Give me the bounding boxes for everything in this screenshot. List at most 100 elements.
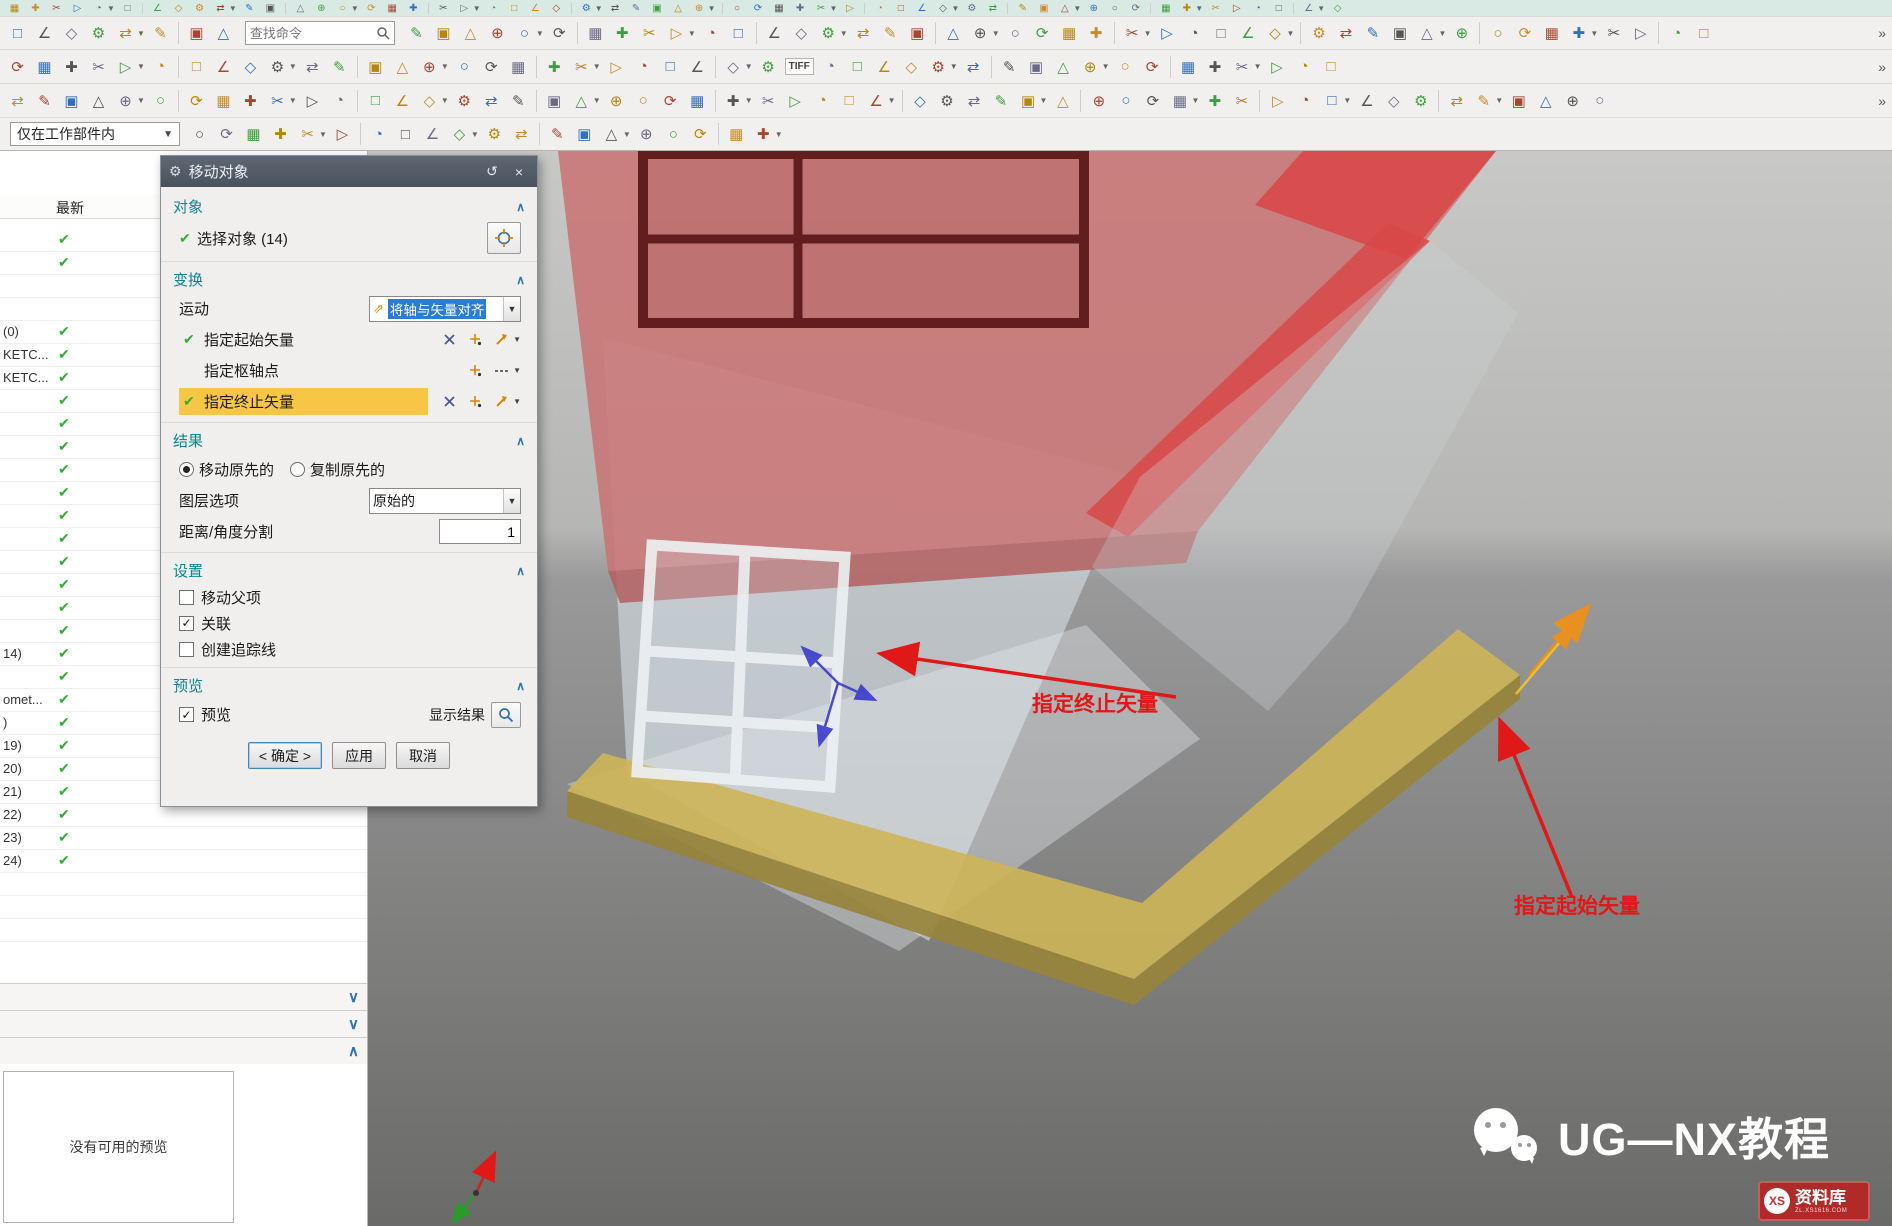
- toolbar-icon[interactable]: ✚: [58, 54, 85, 80]
- show-result-button[interactable]: [491, 702, 521, 728]
- toolbar-icon[interactable]: ✂: [85, 54, 112, 80]
- toolbar-icon[interactable]: ◔: [147, 54, 174, 80]
- toolbar-icon[interactable]: ▦: [582, 20, 609, 46]
- dropdown-arrow-icon[interactable]: ▼: [536, 29, 544, 38]
- toolbar-icon[interactable]: ○: [451, 54, 478, 80]
- toolbar-icon[interactable]: ⚙: [925, 54, 952, 80]
- toolbar-icon[interactable]: △: [1049, 88, 1076, 114]
- toolbar-icon[interactable]: ⊕: [689, 1, 710, 15]
- toolbar-icon[interactable]: □: [504, 1, 525, 15]
- toolbar-icon[interactable]: ⊕: [484, 20, 511, 46]
- toolbar-icon[interactable]: ▷: [1264, 88, 1291, 114]
- radio-move-original[interactable]: [179, 462, 194, 477]
- toolbar-icon[interactable]: ⟳: [546, 20, 573, 46]
- toolbar-icon[interactable]: □: [1317, 54, 1344, 80]
- toolbar-icon[interactable]: ∠: [389, 88, 416, 114]
- toolbar-icon[interactable]: ○: [727, 1, 748, 15]
- toolbar-icon[interactable]: ✂: [636, 20, 663, 46]
- toolbar-icon[interactable]: ◇: [1262, 20, 1289, 46]
- toolbar-icon[interactable]: ⊕: [1083, 1, 1104, 15]
- toolbar-icon[interactable]: ⚙: [961, 1, 982, 15]
- toolbar-icon[interactable]: ⊕: [416, 54, 443, 80]
- toolbar-icon[interactable]: ✎: [403, 20, 430, 46]
- toolbar-icon[interactable]: ◇: [907, 88, 934, 114]
- dropdown-arrow-icon[interactable]: ▼: [951, 4, 959, 13]
- toolbar-icon[interactable]: ○: [147, 88, 174, 114]
- toolbar-icon[interactable]: ◔: [483, 1, 504, 15]
- toolbar-icon[interactable]: ○: [1112, 54, 1139, 80]
- toolbar-icon[interactable]: ∠: [210, 54, 237, 80]
- toolbar-icon[interactable]: ▦: [31, 54, 58, 80]
- toolbar-icon[interactable]: ✂: [1119, 20, 1146, 46]
- checkbox-move-parent[interactable]: [179, 590, 194, 605]
- toolbar-icon[interactable]: ✂: [294, 121, 321, 147]
- toolbar-icon[interactable]: ⊕: [311, 1, 332, 15]
- toolbar-icon[interactable]: ∠: [911, 1, 932, 15]
- dropdown-arrow-icon[interactable]: ▼: [441, 96, 449, 105]
- toolbar-icon[interactable]: ✂: [264, 88, 291, 114]
- vector-dialog-icon[interactable]: [490, 329, 512, 351]
- toolbar-icon[interactable]: ⟳: [1125, 1, 1146, 15]
- cancel-button[interactable]: 取消: [396, 742, 450, 769]
- toolbar-icon[interactable]: ▷: [1627, 20, 1654, 46]
- toolbar-icon[interactable]: ◇: [416, 88, 443, 114]
- toolbar-icon[interactable]: ✎: [1012, 1, 1033, 15]
- toolbar-icon[interactable]: ⇄: [4, 88, 31, 114]
- toolbar-icon[interactable]: ▷: [1263, 54, 1290, 80]
- navigator-row[interactable]: [0, 919, 367, 942]
- toolbar-icon[interactable]: ⟳: [1139, 54, 1166, 80]
- toolbar-icon[interactable]: ✎: [996, 54, 1023, 80]
- toolbar-icon[interactable]: ⇄: [960, 54, 987, 80]
- toolbar-icon[interactable]: ▷: [67, 1, 88, 15]
- toolbar-icon[interactable]: ⚙: [576, 1, 597, 15]
- chevron-up-icon[interactable]: ∧: [516, 200, 525, 214]
- navigator-row[interactable]: [0, 896, 367, 919]
- dropdown-arrow-icon[interactable]: ▼: [1040, 96, 1048, 105]
- toolbar-icon[interactable]: ◇: [898, 54, 925, 80]
- toolbar-icon[interactable]: △: [389, 54, 416, 80]
- chevron-up-icon[interactable]: ∧: [516, 564, 525, 578]
- toolbar-icon[interactable]: △: [940, 20, 967, 46]
- dropdown-arrow-icon[interactable]: ▼: [1438, 29, 1446, 38]
- toolbar-icon[interactable]: ▷: [603, 54, 630, 80]
- toolbar-icon[interactable]: ✚: [541, 54, 568, 80]
- toolbar-icon[interactable]: ✚: [720, 88, 747, 114]
- dropdown-arrow-icon[interactable]: ▼: [623, 130, 631, 139]
- toolbar-icon[interactable]: □: [183, 54, 210, 80]
- toolbar-icon[interactable]: ✚: [1565, 20, 1592, 46]
- dropdown-arrow-icon[interactable]: ▼: [1287, 29, 1295, 38]
- dropdown-arrow-icon[interactable]: ▼: [1317, 4, 1325, 13]
- chevron-up-icon[interactable]: ∧: [348, 1042, 359, 1060]
- toolbar-icon[interactable]: △: [1413, 20, 1440, 46]
- toolbar-icon[interactable]: ○: [1586, 88, 1613, 114]
- toolbar-icon[interactable]: ◔: [1663, 20, 1690, 46]
- toolbar-icon[interactable]: ▷: [1154, 20, 1181, 46]
- toolbar-icon[interactable]: ⚙: [815, 20, 842, 46]
- toolbar-icon[interactable]: ✚: [790, 1, 811, 15]
- toolbar-icon[interactable]: ✎: [544, 121, 571, 147]
- toolbar-icon[interactable]: □: [1268, 1, 1289, 15]
- point-inferred-icon[interactable]: [490, 360, 512, 382]
- search-input[interactable]: [250, 26, 376, 41]
- toolbar-icon[interactable]: ⟳: [4, 54, 31, 80]
- toolbar-icon[interactable]: ○: [1002, 20, 1029, 46]
- toolbar-icon[interactable]: ⟳: [213, 121, 240, 147]
- toolbar-icon[interactable]: ▦: [382, 1, 403, 15]
- toolbar-icon[interactable]: ✎: [239, 1, 260, 15]
- chevron-down-icon[interactable]: ∨: [348, 1015, 359, 1033]
- toolbar-icon[interactable]: ∠: [31, 20, 58, 46]
- toolbar-icon[interactable]: ▷: [1226, 1, 1247, 15]
- toolbar-icon[interactable]: ◔: [1247, 1, 1268, 15]
- dropdown-arrow-icon[interactable]: ▼: [1590, 29, 1598, 38]
- toolbar-icon[interactable]: ✂: [46, 1, 67, 15]
- toolbar-icon[interactable]: ⇄: [1332, 20, 1359, 46]
- wcs-triad[interactable]: [454, 1155, 494, 1221]
- toolbar-icon[interactable]: ⇄: [210, 1, 231, 15]
- toolbar-icon[interactable]: ▣: [1033, 1, 1054, 15]
- toolbar-icon[interactable]: ✂: [568, 54, 595, 80]
- toolbar-icon[interactable]: ▦: [210, 88, 237, 114]
- toolbar-icon[interactable]: ✚: [1083, 20, 1110, 46]
- toolbar-icon[interactable]: ○: [1112, 88, 1139, 114]
- toolbar-icon[interactable]: ✂: [1205, 1, 1226, 15]
- toolbar-icon[interactable]: △: [85, 88, 112, 114]
